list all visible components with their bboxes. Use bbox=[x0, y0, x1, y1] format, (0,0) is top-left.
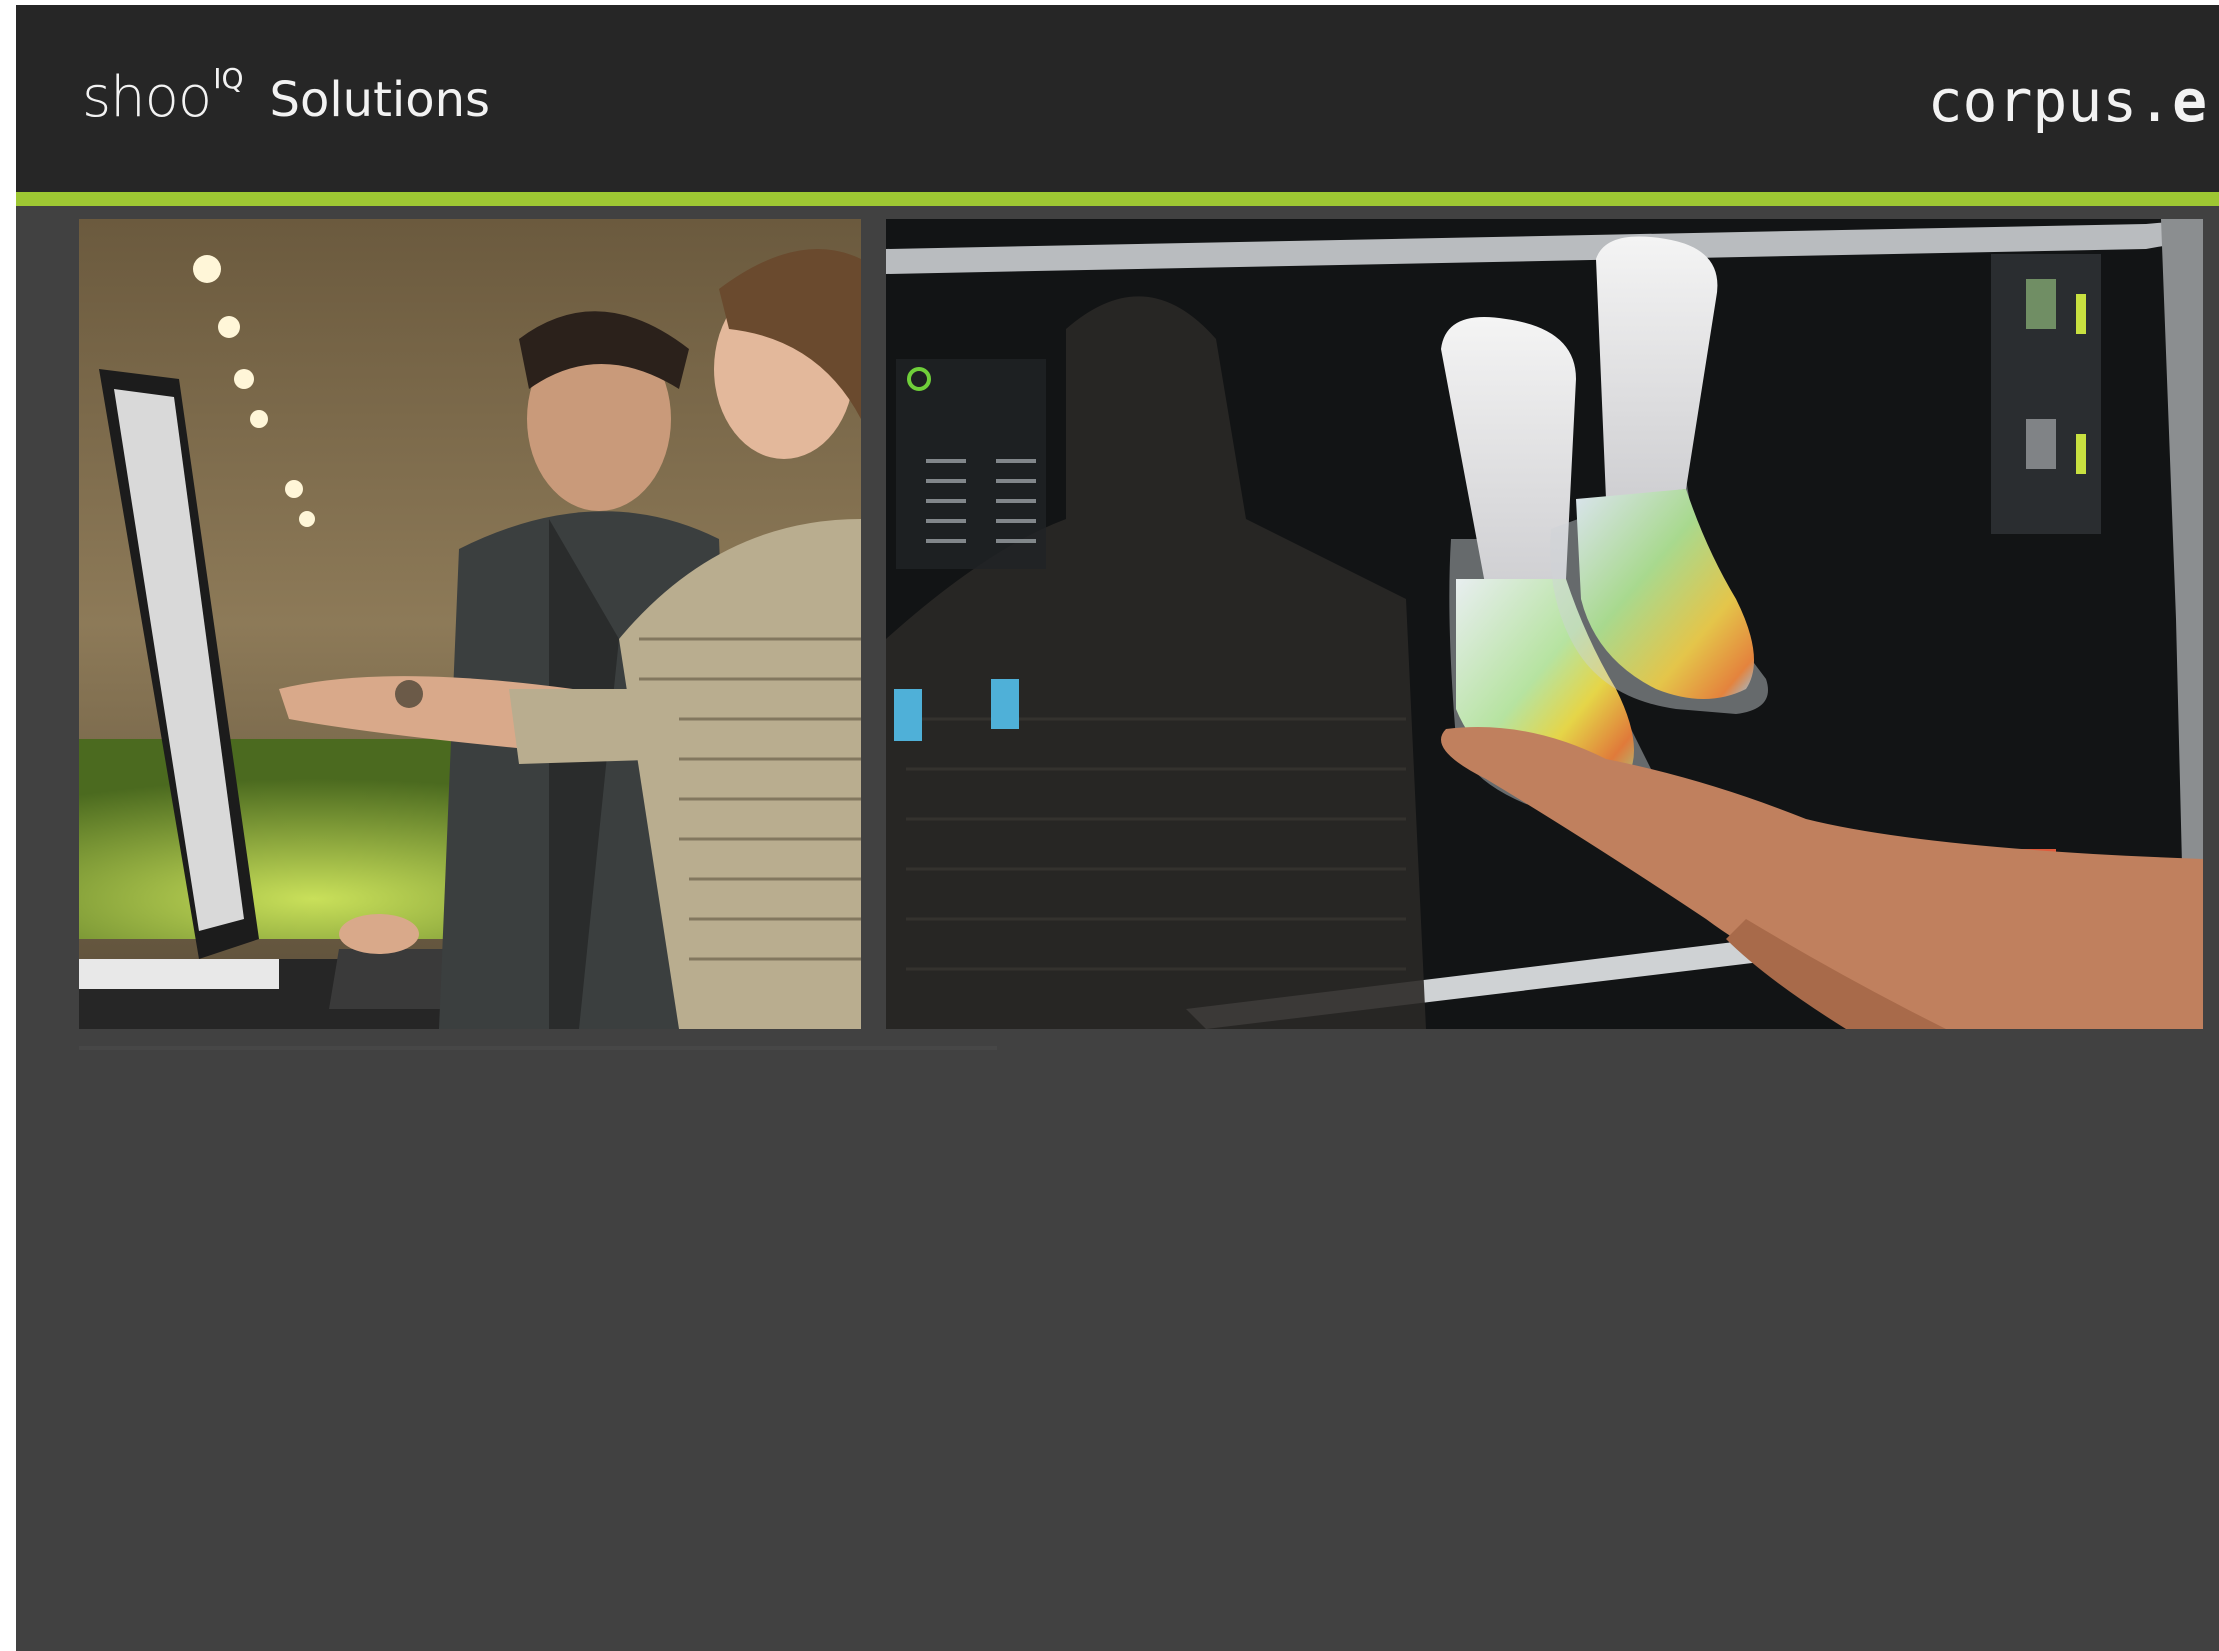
photo-3d-foot-scan bbox=[886, 219, 2203, 1029]
photo-people-workstation bbox=[79, 219, 861, 1029]
logo-superscript: IQ bbox=[213, 62, 244, 95]
logo-subtitle: Solutions bbox=[269, 72, 491, 128]
divider-strip bbox=[79, 1046, 997, 1050]
people-workstation-image bbox=[79, 219, 861, 1029]
shoo-iq-logo: shooIQ Solutions bbox=[82, 62, 491, 130]
header-bar: shooIQ Solutions corpus.e bbox=[16, 5, 2219, 192]
logo-word: shoo bbox=[82, 65, 212, 130]
brand-prefix: corpus. bbox=[1927, 67, 2173, 135]
slide: shooIQ Solutions corpus.e bbox=[16, 5, 2219, 1651]
brand-suffix: e bbox=[2172, 67, 2207, 135]
accent-bar bbox=[16, 192, 2219, 206]
foot-scan-image bbox=[886, 219, 2203, 1029]
corpus-e-brand: corpus.e bbox=[1928, 67, 2207, 135]
